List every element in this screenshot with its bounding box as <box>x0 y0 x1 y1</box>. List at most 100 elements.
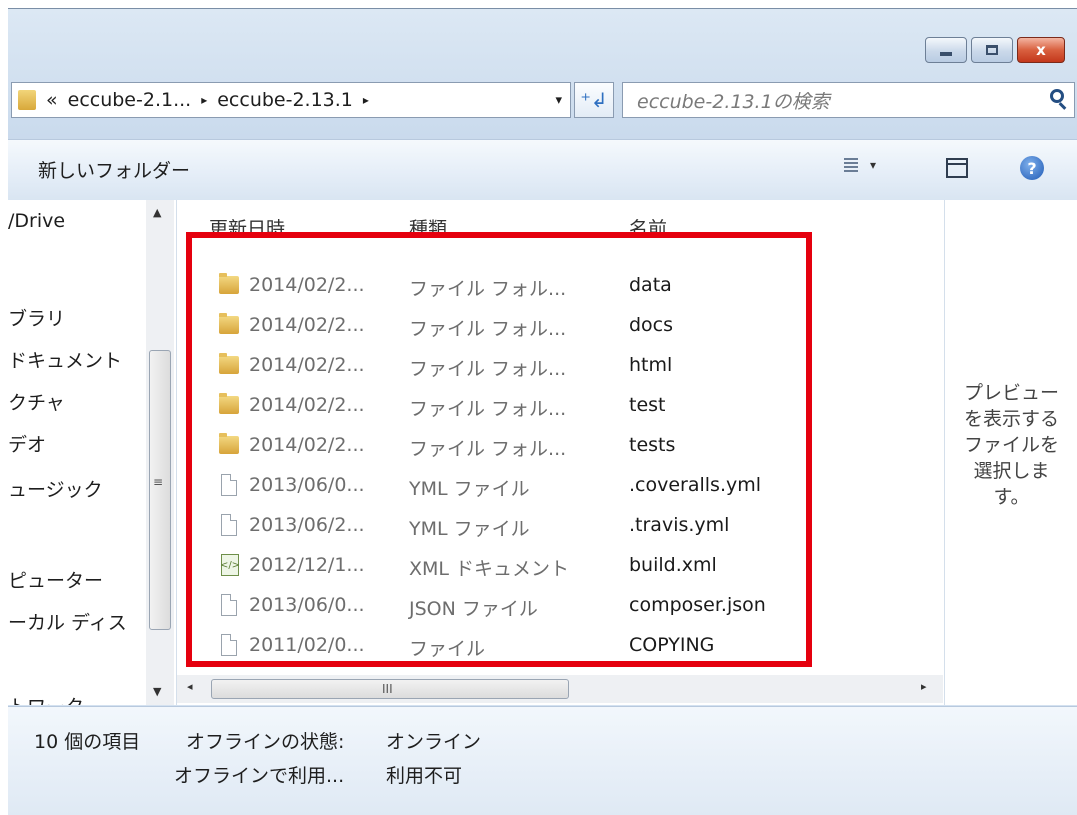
command-bar: 新しいフォルダー ▾ ? <box>8 139 1077 201</box>
new-folder-button[interactable]: 新しいフォルダー <box>38 156 190 183</box>
file-name: COPYING <box>629 634 715 656</box>
file-name: test <box>629 394 666 416</box>
file-date: 2013/06/2... <box>249 514 365 536</box>
maximize-button[interactable] <box>971 37 1013 63</box>
nav-vertical-scrollbar[interactable]: ▲ ≡ ▼ <box>146 200 174 705</box>
column-header-type[interactable]: 種類 <box>409 214 447 241</box>
refresh-button[interactable]: ⁺↲ <box>574 82 614 118</box>
chevron-down-icon: ▾ <box>870 158 877 172</box>
search-icon[interactable] <box>1050 89 1064 103</box>
offline-status-value: オンライン <box>386 731 482 753</box>
file-type: ファイル <box>409 638 486 660</box>
breadcrumb-item[interactable]: eccube-2.1... <box>68 89 192 111</box>
content-area: /Drive ブラリ ドキュメント クチャ デオ ュージック ピューター ーカル… <box>8 200 1077 705</box>
address-history-dropdown[interactable]: ▾ <box>555 93 562 108</box>
file-name: .travis.yml <box>629 514 730 536</box>
file-name: data <box>629 274 672 296</box>
file-row[interactable]: </> 2012/12/1... XML ドキュメント build.xml <box>177 546 943 584</box>
file-row[interactable]: 2013/06/0... YML ファイル .coveralls.yml <box>177 466 943 504</box>
folder-icon <box>219 273 239 294</box>
file-date: 2014/02/2... <box>249 434 365 456</box>
file-date: 2014/02/2... <box>249 394 365 416</box>
nav-item-documents[interactable]: ドキュメント <box>8 346 122 373</box>
breadcrumb-separator-icon[interactable]: ▸ <box>363 93 369 107</box>
nav-item-drive[interactable]: /Drive <box>8 210 65 232</box>
file-date: 2014/02/2... <box>249 274 365 296</box>
minimize-icon <box>940 52 952 56</box>
offline-use-value: 利用不可 <box>386 765 463 787</box>
nav-item-local-disk[interactable]: ーカル ディス <box>8 608 127 635</box>
file-type: ファイル フォル... <box>409 438 567 460</box>
preview-pane-button[interactable] <box>946 158 968 178</box>
explorer-window: x « eccube-2.1... ▸ eccube-2.13.1 ▸ ▾ ⁺↲… <box>8 8 1077 815</box>
file-list: 更新日時 種類 名前 2014/02/2... ファイル フォル... data 20… <box>177 200 943 705</box>
file-name: build.xml <box>629 554 717 576</box>
scroll-grip-icon: III <box>382 682 393 696</box>
scroll-thumb[interactable] <box>149 350 171 630</box>
file-row[interactable]: 2014/02/2... ファイル フォル... data <box>177 266 943 304</box>
file-type: YML ファイル <box>409 518 530 540</box>
folder-icon <box>219 393 239 414</box>
preview-pane: プレビュー を表示する ファイルを 選択しま す。 <box>944 200 1077 705</box>
address-bar[interactable]: « eccube-2.1... ▸ eccube-2.13.1 ▸ ▾ <box>11 82 571 118</box>
file-date: 2011/02/0... <box>249 634 365 656</box>
file-row[interactable]: 2013/06/0... JSON ファイル composer.json <box>177 586 943 624</box>
breadcrumb-item[interactable]: eccube-2.13.1 <box>217 89 353 111</box>
file-type: ファイル フォル... <box>409 318 567 340</box>
search-input[interactable]: eccube-2.13.1の検索 <box>622 82 1075 118</box>
folder-icon <box>219 353 239 374</box>
scroll-left-icon[interactable]: ◂ <box>187 680 193 693</box>
scroll-grip-icon: ≡ <box>153 475 164 489</box>
view-options-button[interactable]: ▾ <box>844 158 876 172</box>
details-pane: 10 個の項目 オフラインの状態: オンライン オフラインで利用... 利用不可 <box>8 706 1077 815</box>
file-row[interactable]: 2013/06/2... YML ファイル .travis.yml <box>177 506 943 544</box>
file-date: 2012/12/1... <box>249 554 365 576</box>
file-name: composer.json <box>629 594 766 616</box>
file-name: .coveralls.yml <box>629 474 762 496</box>
scroll-down-icon[interactable]: ▼ <box>153 685 161 698</box>
file-date: 2013/06/0... <box>249 594 365 616</box>
minimize-button[interactable] <box>925 37 967 63</box>
file-name: html <box>629 354 673 376</box>
file-date: 2014/02/2... <box>249 354 365 376</box>
file-type: XML ドキュメント <box>409 558 570 580</box>
scroll-thumb[interactable]: III <box>211 679 569 699</box>
scroll-right-icon[interactable]: ▸ <box>921 680 927 693</box>
file-name: tests <box>629 434 676 456</box>
help-button[interactable]: ? <box>1020 156 1044 180</box>
breadcrumb-separator-icon[interactable]: ▸ <box>201 93 207 107</box>
file-row[interactable]: 2014/02/2... ファイル フォル... tests <box>177 426 943 464</box>
column-header-name[interactable]: 名前 <box>629 214 667 241</box>
file-type: ファイル フォル... <box>409 358 567 380</box>
file-type: ファイル フォル... <box>409 398 567 420</box>
xml-file-icon: </> <box>220 554 240 576</box>
file-icon <box>221 474 237 496</box>
search-placeholder: eccube-2.13.1の検索 <box>637 90 830 113</box>
column-header-date[interactable]: 更新日時 <box>209 214 285 241</box>
file-row[interactable]: 2014/02/2... ファイル フォル... html <box>177 346 943 384</box>
nav-item-libraries[interactable]: ブラリ <box>8 304 65 331</box>
offline-status-label: オフラインの状態: <box>186 731 345 753</box>
preview-line: 選択しま <box>973 460 1050 482</box>
nav-item-network[interactable]: トワーク <box>8 692 84 705</box>
file-row[interactable]: 2014/02/2... ファイル フォル... test <box>177 386 943 424</box>
file-row[interactable]: 2011/02/0... ファイル COPYING <box>177 626 943 664</box>
nav-item-videos[interactable]: デオ <box>8 430 46 457</box>
close-button[interactable]: x <box>1017 37 1065 63</box>
caption-buttons: x <box>921 37 1065 65</box>
folder-icon <box>219 433 239 454</box>
scroll-up-icon[interactable]: ▲ <box>153 206 161 219</box>
breadcrumb-overflow[interactable]: « <box>46 89 58 111</box>
nav-item-pictures[interactable]: クチャ <box>8 388 65 415</box>
title-bar[interactable]: x <box>8 9 1077 81</box>
folder-icon <box>18 90 36 110</box>
file-horizontal-scrollbar[interactable]: ◂ III ▸ <box>177 675 943 703</box>
file-row[interactable]: 2014/02/2... ファイル フォル... docs <box>177 306 943 344</box>
refresh-icon: ⁺↲ <box>580 88 608 112</box>
nav-item-computer[interactable]: ピューター <box>8 566 103 593</box>
nav-item-music[interactable]: ュージック <box>8 475 103 502</box>
offline-use-label: オフラインで利用... <box>174 765 345 787</box>
preview-message: プレビュー を表示する ファイルを 選択しま す。 <box>945 380 1077 510</box>
file-date: 2013/06/0... <box>249 474 365 496</box>
file-icon <box>221 514 237 536</box>
